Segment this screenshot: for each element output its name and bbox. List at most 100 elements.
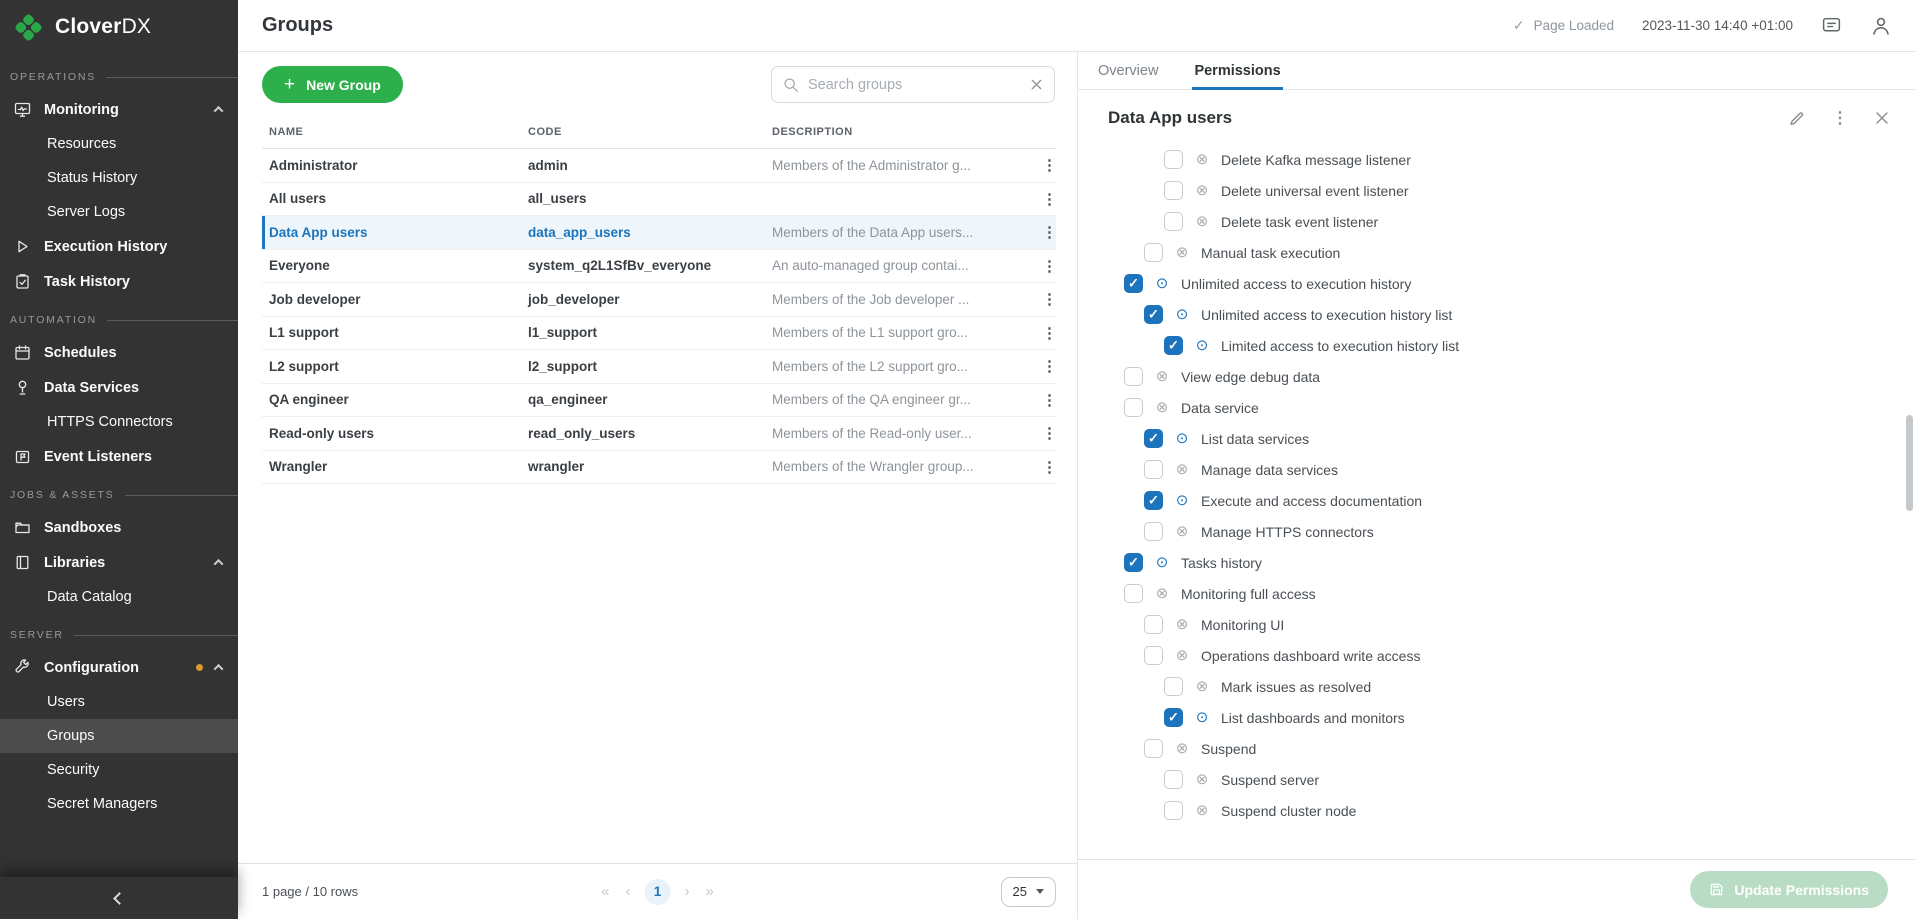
permission-checkbox[interactable] [1144,305,1163,324]
permission-checkbox[interactable] [1124,367,1143,386]
status-text: Page Loaded [1534,18,1614,33]
table-row[interactable]: Wrangler wrangler Members of the Wrangle… [262,451,1056,485]
sidebar-item[interactable]: Status History [0,161,238,195]
sidebar-item[interactable]: Server Logs [0,195,238,229]
permission-checkbox[interactable] [1164,181,1183,200]
sidebar-item[interactable]: Resources [0,127,238,161]
sidebar-item-icon [14,101,31,118]
search-input[interactable] [808,77,1021,93]
permission-checkbox[interactable] [1144,522,1163,541]
row-menu-icon[interactable] [1022,324,1056,342]
group-code: data_app_users [528,225,772,240]
group-search [771,66,1055,103]
permission-checkbox[interactable] [1164,677,1183,696]
permission-checkbox[interactable] [1164,801,1183,820]
prev-page-icon[interactable] [624,883,633,900]
chevron-up-icon [214,664,224,674]
sidebar-item[interactable]: Sandboxes [0,510,238,545]
permission-checkbox[interactable] [1164,336,1183,355]
current-page-button[interactable]: 1 [645,879,671,905]
sidebar-item[interactable]: Task History [0,264,238,299]
next-page-icon[interactable] [683,883,692,900]
table-row[interactable]: Everyone system_q2L1SfBv_everyone An aut… [262,250,1056,284]
permission-checkbox[interactable] [1124,398,1143,417]
permission-label: Delete Kafka message listener [1221,152,1411,168]
sidebar-item[interactable]: Configuration [0,650,238,685]
permission-checkbox[interactable] [1124,553,1143,572]
table-row[interactable]: QA engineer qa_engineer Members of the Q… [262,384,1056,418]
permission-checkbox[interactable] [1144,615,1163,634]
sidebar-item-icon [14,448,31,465]
permission-checkbox[interactable] [1164,770,1183,789]
permission-label: Delete universal event listener [1221,183,1409,199]
permission-checkbox[interactable] [1144,429,1163,448]
table-row[interactable]: Job developer job_developer Members of t… [262,283,1056,317]
app-logo[interactable]: CloverDX [0,0,238,54]
permission-state-icon [1193,152,1211,167]
sidebar-section: AUTOMATION Schedules Data Services [0,299,238,474]
page-size-select[interactable]: 25 [1001,877,1056,907]
row-menu-icon[interactable] [1022,223,1056,241]
permission-checkbox[interactable] [1144,491,1163,510]
notification-dot-icon [196,664,203,671]
permission-checkbox[interactable] [1144,646,1163,665]
sidebar-item[interactable]: Security [0,753,238,787]
table-row[interactable]: Administrator admin Members of the Admin… [262,149,1056,183]
update-permissions-button[interactable]: Update Permissions [1690,871,1888,908]
tab[interactable]: Overview [1098,52,1158,89]
tab[interactable]: Permissions [1194,52,1280,89]
row-menu-icon[interactable] [1022,257,1056,275]
row-menu-icon[interactable] [1022,290,1056,308]
permission-checkbox[interactable] [1144,739,1163,758]
row-menu-icon[interactable] [1022,156,1056,174]
permission-checkbox[interactable] [1144,460,1163,479]
sidebar-item[interactable]: Monitoring [0,92,238,127]
sidebar-item[interactable]: Execution History [0,229,238,264]
group-description: Members of the QA engineer gr... [772,392,1022,407]
permission-checkbox[interactable] [1124,274,1143,293]
group-code: l1_support [528,325,772,340]
sidebar-item[interactable]: Groups [0,719,238,753]
permission-label: List dashboards and monitors [1221,710,1405,726]
edit-icon[interactable] [1788,110,1805,127]
table-row[interactable]: All users all_users [262,183,1056,217]
sidebar-item[interactable]: Libraries [0,545,238,580]
row-menu-icon[interactable] [1022,424,1056,442]
sidebar-item[interactable]: Schedules [0,335,238,370]
sidebar-item[interactable]: Users [0,685,238,719]
table-row[interactable]: Data App users data_app_users Members of… [262,216,1056,250]
sidebar-item[interactable]: Data Services [0,370,238,405]
row-menu-icon[interactable] [1022,190,1056,208]
detail-menu-icon[interactable] [1832,108,1847,128]
permission-row: Monitoring UI [1124,609,1916,640]
table-row[interactable]: L1 support l1_support Members of the L1 … [262,317,1056,351]
feedback-button[interactable] [1821,15,1842,36]
permission-checkbox[interactable] [1124,584,1143,603]
detail-tabs: Overview Permissions [1078,52,1916,90]
last-page-icon[interactable] [704,883,716,900]
permission-checkbox[interactable] [1164,212,1183,231]
clear-search-button[interactable] [1030,78,1043,91]
row-menu-icon[interactable] [1022,357,1056,375]
sidebar-collapse-button[interactable] [0,877,238,919]
permission-label: Suspend [1201,741,1256,757]
table-row[interactable]: Read-only users read_only_users Members … [262,417,1056,451]
sidebar-item[interactable]: Data Catalog [0,580,238,614]
permission-checkbox[interactable] [1164,708,1183,727]
sidebar-item[interactable]: Secret Managers [0,787,238,821]
sidebar-item[interactable]: HTTPS Connectors [0,405,238,439]
sidebar-section-label: SERVER [0,614,238,650]
permission-checkbox[interactable] [1144,243,1163,262]
sidebar: CloverDX OPERATIONS Monitoring Resources [0,0,238,919]
first-page-icon[interactable] [599,883,611,900]
row-menu-icon[interactable] [1022,458,1056,476]
scrollbar-thumb[interactable] [1906,415,1913,511]
permission-checkbox[interactable] [1164,150,1183,169]
close-icon[interactable] [1874,110,1890,126]
detail-footer: Update Permissions [1078,859,1916,919]
sidebar-item[interactable]: Event Listeners [0,439,238,474]
row-menu-icon[interactable] [1022,391,1056,409]
user-menu-button[interactable] [1870,15,1892,37]
table-row[interactable]: L2 support l2_support Members of the L2 … [262,350,1056,384]
new-group-button[interactable]: New Group [262,66,403,103]
